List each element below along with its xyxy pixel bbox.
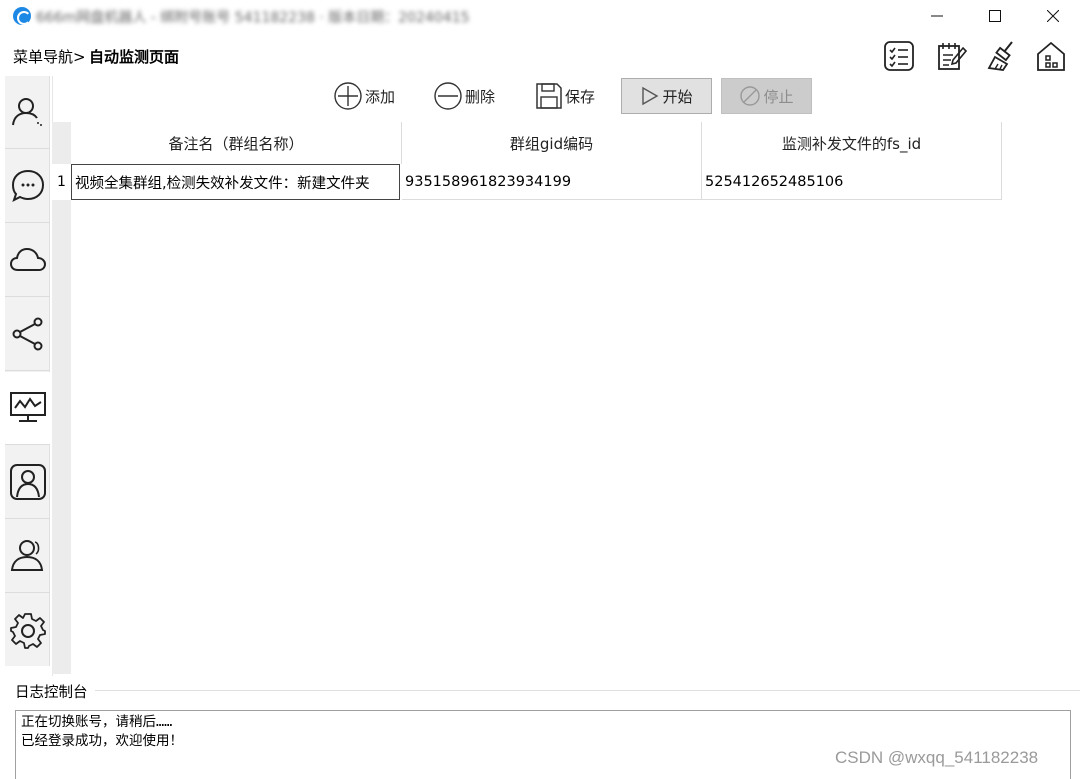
plus-circle-icon [334,82,362,110]
delete-button[interactable]: 删除 [433,78,499,114]
sidebar-item-cloud[interactable] [5,224,50,297]
minimize-button[interactable] [908,0,966,32]
minimize-icon [931,15,943,17]
row-number[interactable]: 1 [52,164,71,200]
column-header-gid[interactable]: 群组gid编码 [402,122,702,164]
add-button-label: 添加 [365,87,396,106]
cloud-icon [9,247,46,271]
monitor-chart-icon [9,392,46,422]
row-header-gutter [52,122,71,674]
minus-circle-icon [434,82,462,110]
start-button-label: 开始 [662,87,693,106]
sidebar-item-share[interactable] [5,298,50,371]
sidebar-item-settings[interactable] [5,594,50,667]
log-divider [95,690,1080,691]
contact-card-icon [9,464,46,500]
sidebar-item-account[interactable] [5,76,50,149]
table-cell-gid[interactable]: 935158961823934199 [402,164,702,200]
clear-button[interactable] [986,40,1018,72]
stop-button-label: 停止 [763,87,794,106]
sidebar-item-messages[interactable] [5,150,50,223]
log-console[interactable]: 正在切换账号，请稍后…… 已经登录成功，欢迎使用！ [15,710,1071,779]
floppy-disk-icon [536,83,562,109]
group-users-icon [10,540,43,571]
gear-icon [9,612,46,649]
table-cell-name[interactable]: 视频全集群组,检测失效补发文件：新建文件夹 [71,164,400,200]
broom-icon [987,41,1013,71]
task-list-button[interactable] [883,40,915,72]
column-header-fsid[interactable]: 监测补发文件的fs_id [702,122,1002,164]
user-icon [11,98,42,126]
notes-button[interactable] [936,40,968,72]
column-header-name[interactable]: 备注名（群组名称） [71,122,402,164]
stop-button[interactable]: 停止 [721,78,812,114]
share-icon [12,317,42,351]
chat-bubble-icon [11,169,44,202]
watermark: CSDN @wxqq_541182238 [835,748,1039,767]
maximize-button[interactable] [966,0,1024,32]
close-button[interactable] [1024,0,1082,32]
maximize-icon [989,10,1001,22]
start-button[interactable]: 开始 [621,78,712,114]
sidebar-item-group[interactable] [5,520,50,593]
table-cell-fsid[interactable]: 525412652485106 [702,164,1002,200]
home-icon [1037,41,1065,71]
save-button-label: 保存 [565,87,596,106]
home-button[interactable] [1035,40,1067,72]
save-button[interactable]: 保存 [535,78,601,114]
sidebar-item-contacts[interactable] [5,446,50,519]
breadcrumb-root[interactable]: 菜单导航> [13,46,86,67]
prohibit-icon [740,86,761,106]
app-logo-icon [13,7,31,25]
title-bar: 666m网盘机器人 - 绑附号账号 541182238 · 版本日期：20240… [0,0,1084,32]
close-icon [1047,10,1059,22]
checklist-icon [884,41,914,71]
delete-button-label: 删除 [465,87,496,106]
sidebar-item-monitor[interactable] [5,372,50,445]
sidebar [5,76,50,666]
nav-bar: 菜单导航> 自动监测页面 [0,36,1084,76]
edit-note-icon [938,43,968,70]
add-button[interactable]: 添加 [333,78,399,114]
log-console-label: 日志控制台 [15,685,88,701]
play-icon [642,86,659,106]
page-title: 自动监测页面 [89,48,180,66]
window-title: 666m网盘机器人 - 绑附号账号 541182238 · 版本日期：20240… [36,10,470,26]
log-line: 正在切换账号，请稍后…… [21,714,173,730]
